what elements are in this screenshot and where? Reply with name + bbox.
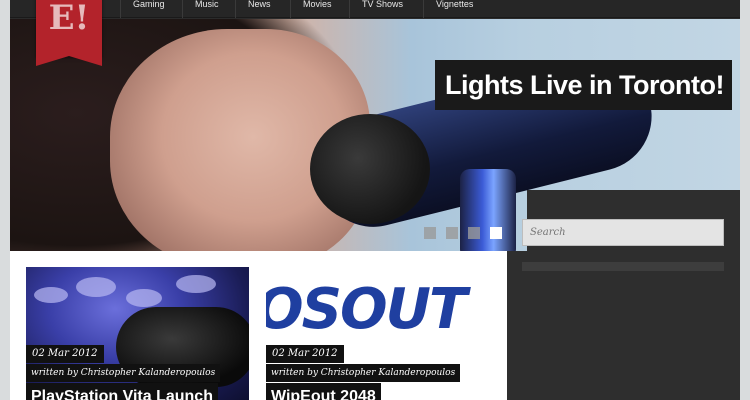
page-frame: Gaming Music News Movies TV Shows Vignet… — [10, 0, 740, 400]
slider-dot[interactable] — [424, 227, 436, 239]
nav-item-news[interactable]: News — [235, 0, 271, 18]
site-logo[interactable]: E! — [36, 0, 102, 66]
post-title[interactable]: WipEout 2048 — [266, 383, 381, 400]
post-title[interactable]: PlayStation Vita Launch — [26, 383, 218, 400]
thumbnail-text: OSOUT — [266, 277, 467, 342]
nav-item-music[interactable]: Music — [182, 0, 219, 18]
hero-image-mic-head — [310, 114, 430, 224]
nav-item-tv-shows[interactable]: TV Shows — [349, 0, 403, 18]
search-box[interactable] — [522, 219, 724, 246]
nav-item-vignettes[interactable]: Vignettes — [423, 0, 473, 18]
post-card[interactable]: 02 Mar 2012 written by Christopher Kalan… — [26, 267, 249, 400]
sidebar-widget-bar — [522, 262, 724, 271]
search-input[interactable] — [523, 220, 723, 245]
slider-dot-active[interactable] — [490, 227, 502, 239]
post-author[interactable]: written by Christopher Kalanderopoulos — [266, 364, 461, 382]
slider-dot[interactable] — [468, 227, 480, 239]
sidebar — [507, 251, 740, 400]
post-date: 02 Mar 2012 — [266, 345, 344, 363]
post-date: 02 Mar 2012 — [26, 345, 104, 363]
hero-title[interactable]: Lights Live in Toronto! — [435, 60, 732, 110]
main-content: 02 Mar 2012 written by Christopher Kalan… — [10, 251, 507, 400]
slider-dot[interactable] — [446, 227, 458, 239]
logo-text: E! — [48, 0, 90, 38]
post-author[interactable]: written by Christopher Kalanderopoulos — [26, 364, 221, 382]
post-card[interactable]: OSOUT 02 Mar 2012 written by Christopher… — [266, 267, 489, 400]
nav-item-movies[interactable]: Movies — [290, 0, 332, 18]
nav-item-gaming[interactable]: Gaming — [120, 0, 165, 18]
top-navigation: Gaming Music News Movies TV Shows Vignet… — [10, 0, 740, 18]
